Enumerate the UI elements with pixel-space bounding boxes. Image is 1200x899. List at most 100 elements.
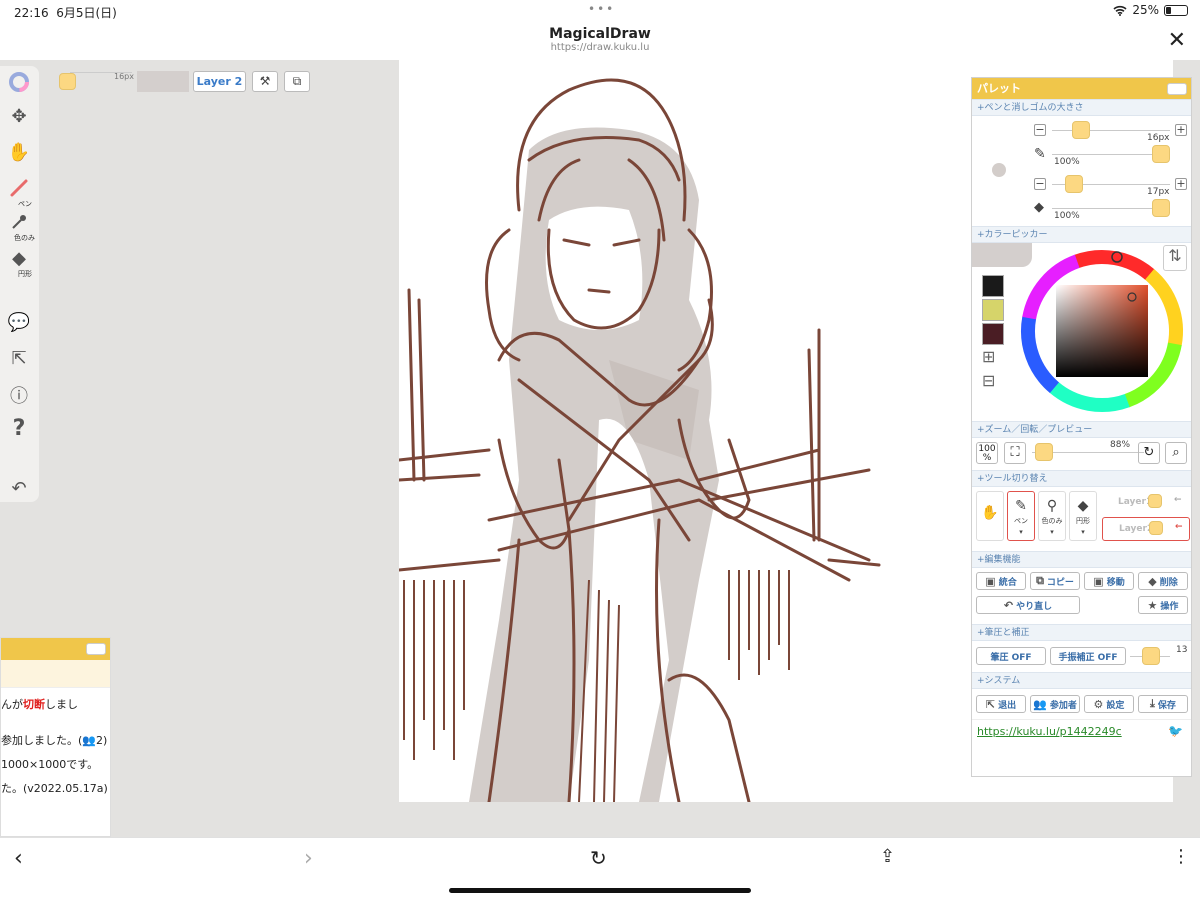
swatch-manage-icon[interactable]: ⊟ bbox=[982, 371, 995, 390]
color-wheel[interactable] bbox=[1017, 246, 1187, 416]
pen-label: ペン bbox=[18, 200, 32, 208]
section-edit[interactable]: +編集機能 bbox=[972, 551, 1191, 568]
hand-tool[interactable]: ✋ bbox=[976, 491, 1004, 541]
current-color-swatch[interactable] bbox=[137, 71, 189, 92]
eraser-size-knob[interactable] bbox=[1065, 175, 1083, 193]
delete-button[interactable]: ◆ 削除 bbox=[1138, 572, 1188, 590]
section-zoom[interactable]: +ズーム／回転／プレビュー bbox=[972, 421, 1191, 438]
eraser-icon: ◆ bbox=[1077, 498, 1089, 514]
gear-icon: ⚙ bbox=[1093, 697, 1104, 711]
save-button[interactable]: ⤓ 保存 bbox=[1138, 695, 1188, 713]
stabilizer-value: 13 bbox=[1176, 645, 1188, 655]
zoom-knob[interactable] bbox=[1035, 443, 1053, 461]
size-slider-knob[interactable] bbox=[59, 73, 76, 90]
move-icon[interactable]: ✥ bbox=[4, 106, 34, 127]
eraser-size-plus[interactable]: + bbox=[1175, 178, 1187, 190]
info-icon[interactable]: ⓘ bbox=[4, 382, 34, 408]
members-button[interactable]: 👥 参加者 bbox=[1030, 695, 1080, 713]
eraser-icon[interactable]: ◆ bbox=[4, 248, 34, 269]
forward-icon[interactable]: › bbox=[304, 846, 313, 871]
chat-input[interactable] bbox=[1, 660, 110, 688]
palette-panel: パレット +ペンと消しゴムの大きさ − + 16px ✎ 100% − + 17… bbox=[971, 77, 1192, 777]
move-icon: ▣ bbox=[1093, 574, 1104, 588]
copy-icon: ⧉ bbox=[1036, 574, 1044, 587]
wand-icon[interactable]: ⚒ bbox=[252, 71, 278, 92]
size-box: − + 16px ✎ 100% − + 17px ◆ 100% bbox=[972, 116, 1191, 226]
select-icon[interactable]: ⧉ bbox=[284, 71, 310, 92]
pen-size-plus[interactable]: + bbox=[1175, 124, 1187, 136]
chevron-down-icon: ▾ bbox=[1019, 528, 1023, 536]
palette-minimize-button[interactable] bbox=[1167, 83, 1187, 95]
arrow-left-icon: ← bbox=[1175, 522, 1183, 532]
chat-minimize-button[interactable] bbox=[86, 643, 106, 655]
close-icon[interactable]: ✕ bbox=[1168, 28, 1186, 53]
rotate-icon[interactable]: ↻ bbox=[1138, 442, 1160, 464]
section-picker[interactable]: +カラーピッカー bbox=[972, 226, 1191, 243]
zoom-100-button[interactable]: 100% bbox=[976, 442, 998, 464]
swatch-black[interactable] bbox=[982, 275, 1004, 297]
pressure-box: 筆圧 OFF 手振補正 OFF 13 bbox=[972, 641, 1191, 672]
pen-opacity-value: 100% bbox=[1054, 157, 1080, 167]
pressure-toggle[interactable]: 筆圧 OFF bbox=[976, 647, 1046, 665]
swatch-yellow[interactable] bbox=[982, 299, 1004, 321]
preview-icon[interactable]: ⌕ bbox=[1165, 442, 1187, 464]
move-button[interactable]: ▣ 移動 bbox=[1084, 572, 1134, 590]
section-size[interactable]: +ペンと消しゴムの大きさ bbox=[972, 99, 1191, 116]
eraser-size-minus[interactable]: − bbox=[1034, 178, 1046, 190]
eraser-opacity-value: 100% bbox=[1054, 211, 1080, 221]
swatch-maroon[interactable] bbox=[982, 323, 1004, 345]
more-icon[interactable]: ⋮ bbox=[1172, 846, 1190, 867]
help-icon[interactable]: ? bbox=[4, 416, 34, 441]
merge-button[interactable]: ▣ 統合 bbox=[976, 572, 1026, 590]
section-pressure[interactable]: +筆圧と補正 bbox=[972, 624, 1191, 641]
section-tool[interactable]: +ツール切り替え bbox=[972, 470, 1191, 487]
twitter-icon[interactable]: 🐦 bbox=[1168, 724, 1183, 738]
chevron-down-icon: ▾ bbox=[1081, 528, 1085, 536]
section-system[interactable]: +システム bbox=[972, 672, 1191, 689]
picker-mode-icon[interactable]: ⇅ bbox=[1163, 245, 1187, 271]
stabilizer-toggle[interactable]: 手振補正 OFF bbox=[1050, 647, 1126, 665]
chat-icon[interactable]: 💬 bbox=[4, 312, 34, 333]
back-icon[interactable]: ‹ bbox=[14, 846, 23, 871]
pen-icon: ✎ bbox=[1034, 146, 1046, 162]
pen-size-track[interactable] bbox=[1052, 130, 1170, 131]
pen-tool[interactable]: ✎ ペン ▾ bbox=[1007, 491, 1035, 541]
arrow-left-icon: ← bbox=[1174, 495, 1182, 505]
exit-button[interactable]: ⇱ 退出 bbox=[976, 695, 1026, 713]
pen-size-minus[interactable]: − bbox=[1034, 124, 1046, 136]
layer-2-opacity-knob[interactable] bbox=[1149, 521, 1163, 535]
layer-1-row[interactable]: Layer1 ← bbox=[1102, 491, 1190, 515]
edit-box: ▣ 統合 ⧉ コピー ▣ 移動 ◆ 削除 ↶ やり直し ★ 操作 bbox=[972, 568, 1191, 624]
picker-box: ⊞ ⊟ ⇅ bbox=[972, 243, 1191, 421]
layer-2-row[interactable]: Layer2 ← bbox=[1102, 517, 1190, 541]
operate-button[interactable]: ★ 操作 bbox=[1138, 596, 1188, 614]
merge-icon: ▣ bbox=[985, 574, 996, 588]
brush-preview bbox=[992, 163, 1006, 177]
layer-1-opacity-knob[interactable] bbox=[1148, 494, 1162, 508]
chat-line: 1000×1000です。 bbox=[1, 758, 99, 771]
eyedropper-tool[interactable]: ⚲ 色のみ ▾ bbox=[1038, 491, 1066, 541]
stabilizer-knob[interactable] bbox=[1142, 647, 1160, 665]
exit-icon[interactable]: ⇱ bbox=[4, 348, 34, 369]
layer-button[interactable]: Layer 2 bbox=[193, 71, 246, 92]
copy-button[interactable]: ⧉ コピー bbox=[1030, 572, 1080, 590]
pen-opacity-knob[interactable] bbox=[1152, 145, 1170, 163]
hand-icon: ✋ bbox=[981, 505, 999, 521]
redo-button[interactable]: ↶ やり直し bbox=[976, 596, 1080, 614]
hand-icon[interactable]: ✋ bbox=[4, 142, 34, 163]
eraser-tool[interactable]: ◆ 円形 ▾ bbox=[1069, 491, 1097, 541]
status-right: 25% bbox=[1113, 3, 1188, 17]
delete-icon: ◆ bbox=[1148, 574, 1157, 588]
fit-icon[interactable]: ⛶ bbox=[1004, 442, 1026, 464]
share-icon[interactable]: ⇪ bbox=[880, 846, 895, 867]
undo-icon[interactable]: ↶ bbox=[4, 478, 34, 499]
reload-icon[interactable]: ↻ bbox=[590, 846, 607, 870]
pen-size-knob[interactable] bbox=[1072, 121, 1090, 139]
multitask-dots[interactable]: ••• bbox=[588, 2, 615, 16]
add-swatch-icon[interactable]: ⊞ bbox=[982, 347, 995, 366]
room-link[interactable]: https://kuku.lu/p1442249c bbox=[977, 725, 1122, 738]
wifi-icon bbox=[1113, 5, 1127, 16]
eraser-opacity-knob[interactable] bbox=[1152, 199, 1170, 217]
redo-icon: ↶ bbox=[1003, 598, 1014, 612]
settings-button[interactable]: ⚙ 設定 bbox=[1084, 695, 1134, 713]
